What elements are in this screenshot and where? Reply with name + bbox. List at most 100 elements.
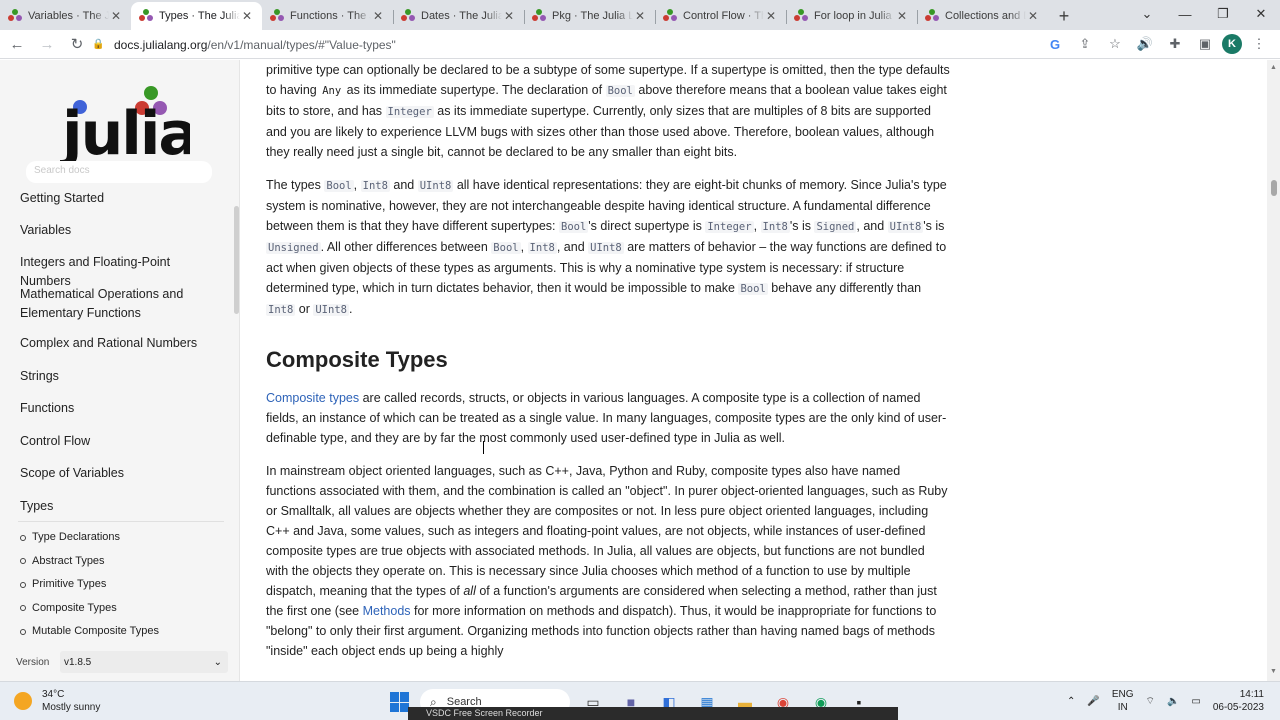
close-window-button[interactable]: ✕: [1242, 0, 1280, 28]
side-panel-icon[interactable]: ▣: [1192, 33, 1218, 55]
julia-favicon-icon: [8, 9, 22, 23]
temperature: 34°C: [42, 689, 65, 700]
browser-toolbar: ← → ↻ 🔒 docs.julialang.org/en/v1/manual/…: [0, 30, 1280, 59]
paragraph-identical-representations: The types Bool, Int8 and UInt8 all have …: [266, 178, 947, 316]
tab-title: Types · The Julia L: [159, 10, 240, 22]
reload-button[interactable]: ↻: [64, 31, 90, 57]
wifi-icon[interactable]: ⌔: [1146, 695, 1155, 708]
sidebar-item-integers[interactable]: Integers and Floating-Point Numbers: [0, 250, 236, 288]
julia-favicon-icon: [794, 9, 808, 23]
sidebar-subitem-primitive-types[interactable]: Primitive Types: [0, 573, 236, 597]
divider: [18, 521, 224, 522]
tab-control-flow[interactable]: Control Flow · Th ✕: [655, 2, 786, 30]
clock[interactable]: 14:11 06-05-2023: [1213, 688, 1264, 714]
show-hidden-icons-icon[interactable]: ⌃: [1067, 696, 1075, 707]
tab-title: Pkg · The Julia La: [552, 10, 633, 22]
scrollbar-thumb[interactable]: [1271, 180, 1277, 196]
tab-for-loop[interactable]: For loop in Julia ✕: [786, 2, 917, 30]
sidebar-item-functions[interactable]: Functions: [0, 399, 236, 432]
screen-recorder-bar: VSDC Free Screen Recorder: [408, 707, 898, 720]
url-host: docs.julialang.org: [114, 37, 208, 52]
sidebar-menu: Getting Started Variables Integers and F…: [0, 186, 236, 638]
search-docs-input[interactable]: Search docs: [26, 161, 212, 183]
paragraph-composite-intro: Composite types are called records, stru…: [266, 391, 947, 445]
microphone-icon[interactable]: 🎤: [1087, 696, 1099, 707]
julia-favicon-icon: [139, 9, 153, 23]
restore-button[interactable]: ❐: [1204, 0, 1242, 28]
close-tab-icon[interactable]: ✕: [502, 9, 516, 23]
sidebar-item-scope[interactable]: Scope of Variables: [0, 464, 236, 497]
media-icon[interactable]: 🔊: [1132, 33, 1158, 55]
chevron-down-icon: ⌄: [213, 656, 222, 668]
window-controls: ⌄ — ❐ ✕: [1128, 0, 1280, 28]
address-bar[interactable]: 🔒 docs.julialang.org/en/v1/manual/types/…: [92, 33, 1044, 56]
extensions-icon[interactable]: ✚: [1162, 33, 1188, 55]
tab-title: Dates · The Julia L: [421, 10, 502, 22]
julia-favicon-icon: [925, 9, 939, 23]
sidebar-item-complex-rational[interactable]: Complex and Rational Numbers: [0, 334, 236, 367]
version-dropdown[interactable]: v1.8.5 ⌄: [60, 651, 228, 673]
sidebar-item-variables[interactable]: Variables: [0, 218, 236, 250]
tab-variables[interactable]: Variables · The Julia✕: [0, 2, 131, 30]
close-tab-icon[interactable]: ✕: [633, 9, 647, 23]
scroll-down-icon[interactable]: ▼: [1270, 668, 1277, 675]
battery-icon[interactable]: ▭: [1191, 696, 1200, 707]
sidebar-subitem-type-declarations[interactable]: Type Declarations: [0, 526, 236, 550]
sidebar-subitem-composite-types[interactable]: Composite Types: [0, 597, 236, 621]
sidebar-item-control-flow[interactable]: Control Flow: [0, 432, 236, 464]
tab-title: Functions · The Ju: [290, 10, 371, 22]
profile-avatar[interactable]: K: [1222, 34, 1242, 54]
sidebar-item-strings[interactable]: Strings: [0, 367, 236, 399]
version-label: Version: [16, 656, 50, 668]
sidebar-item-getting-started[interactable]: Getting Started: [0, 186, 236, 218]
sidebar-item-math-operations[interactable]: Mathematical Operations and Elementary F…: [0, 282, 236, 334]
weather-widget[interactable]: 34°C Mostly sunny: [14, 688, 100, 714]
tab-title: Variables · The Julia: [28, 10, 109, 22]
google-icon[interactable]: G: [1042, 33, 1068, 55]
sidebar-subitem-abstract-types[interactable]: Abstract Types: [0, 550, 236, 574]
url-path: /en/v1/manual/types/#"Value-types": [207, 37, 396, 52]
tab-functions[interactable]: Functions · The Ju✕: [262, 2, 393, 30]
bookmark-star-icon[interactable]: ☆: [1102, 33, 1128, 55]
sidebar-item-types[interactable]: Types: [0, 497, 236, 521]
menu-kebab-icon[interactable]: ⋮: [1246, 33, 1272, 55]
julia-favicon-icon: [401, 9, 415, 23]
close-tab-icon[interactable]: ✕: [109, 9, 123, 23]
lock-icon[interactable]: 🔒: [92, 39, 106, 50]
version-selector: Version v1.8.5 ⌄: [0, 649, 240, 675]
docs-sidebar: julia Search docs Getting Started Variab…: [0, 60, 240, 681]
weather-condition: Mostly sunny: [42, 702, 101, 713]
tab-dates[interactable]: Dates · The Julia L✕: [393, 2, 524, 30]
close-tab-icon[interactable]: ✕: [895, 9, 909, 23]
julia-favicon-icon: [270, 9, 284, 23]
tab-title: Control Flow · Th: [683, 10, 764, 22]
language-indicator[interactable]: ENG IN: [1112, 688, 1134, 714]
article: primitive type can optionally be declare…: [266, 60, 950, 661]
tab-title: For loop in Julia: [814, 10, 892, 22]
close-tab-icon[interactable]: ✕: [371, 9, 385, 23]
paragraph-primitive-types: primitive type can optionally be declare…: [266, 63, 950, 159]
tab-pkg[interactable]: Pkg · The Julia La ✕: [524, 2, 655, 30]
composite-types-link[interactable]: Composite types: [266, 391, 359, 405]
close-tab-icon[interactable]: ✕: [764, 9, 778, 23]
tab-collections[interactable]: Collections and D ✕: [917, 2, 1048, 30]
sidebar-subitem-mutable-composite-types[interactable]: Mutable Composite Types: [0, 620, 236, 638]
tab-search-icon[interactable]: ⌄: [1128, 0, 1166, 28]
docs-content: primitive type can optionally be declare…: [240, 60, 1267, 681]
volume-icon[interactable]: 🔈: [1167, 696, 1179, 707]
browser-tab-strip: Variables · The Julia✕ Types · The Julia…: [0, 0, 1280, 30]
minimize-button[interactable]: —: [1166, 0, 1204, 28]
tab-types[interactable]: Types · The Julia L✕: [131, 2, 262, 30]
sidebar-scrollbar[interactable]: [234, 206, 239, 314]
new-tab-button[interactable]: +: [1048, 2, 1080, 30]
scroll-up-icon[interactable]: ▲: [1270, 64, 1277, 71]
close-tab-icon[interactable]: ✕: [1026, 9, 1040, 23]
close-tab-icon[interactable]: ✕: [240, 9, 254, 23]
share-icon[interactable]: ⇪: [1072, 33, 1098, 55]
version-value: v1.8.5: [64, 656, 92, 668]
back-button[interactable]: ←: [4, 31, 30, 57]
page-scrollbar[interactable]: ▲ ▼: [1267, 60, 1280, 681]
start-button[interactable]: [390, 692, 410, 712]
forward-button[interactable]: →: [34, 31, 60, 57]
methods-link[interactable]: Methods: [363, 604, 411, 618]
